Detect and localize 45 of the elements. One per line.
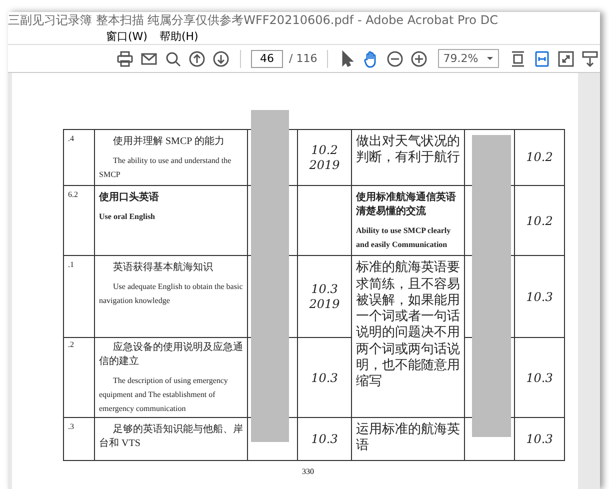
handwritten-note: 做出对天气状况的判断，有利于航行 — [356, 134, 460, 166]
handwritten-date: 10.2 — [526, 214, 553, 228]
menu-item[interactable]: 帮助(H) — [159, 29, 198, 44]
handwritten-date: 10.3 — [311, 370, 338, 385]
handwritten-date: 10.3 — [526, 432, 553, 446]
handwritten-date: 10.3 2019 — [309, 282, 340, 312]
caret-icon — [486, 56, 494, 62]
handwritten-date: 10.2 — [526, 150, 553, 165]
fit-width-icon[interactable] — [533, 50, 552, 68]
item-number: .4 — [68, 134, 74, 143]
item-description-en: The ability to use and understand the SMCP — [99, 155, 232, 181]
item-number: .1 — [68, 260, 74, 270]
print-icon[interactable] — [116, 50, 134, 68]
menu-item[interactable]: 窗口(W) — [106, 29, 148, 44]
zoom-out-icon[interactable] — [386, 50, 404, 68]
requirement-cn: 使用标准航海通信英语清楚易懂的交流 — [356, 190, 457, 218]
handwritten-note: 标准的航海英语要求简练，且不容易被误解，如果能用一个词或者一句话说明的问题决不用两个词或两句话说明，也不能随意用缩写 — [356, 260, 460, 390]
page-number: 330 — [302, 467, 314, 476]
handwritten-date: 10.3 — [311, 432, 338, 446]
item-description-cn: 使用并理解 SMCP 的能力 — [112, 134, 226, 148]
section-title-cn: 使用口头英语 — [99, 190, 160, 204]
item-description-cn: 英语获得基本航海知识 — [112, 260, 214, 274]
item-description-en: Use adequate English to obtain the basic navigation knowledge — [99, 281, 243, 307]
scroll-icon[interactable] — [581, 50, 600, 68]
down-icon[interactable] — [212, 50, 230, 68]
handwritten-date: 10.3 — [526, 290, 553, 304]
handwritten-date: 10.3 — [526, 370, 553, 385]
handwritten-date: 10.2 2019 — [309, 143, 340, 172]
page-number-field[interactable]: 46 — [251, 50, 283, 68]
item-number: .2 — [68, 340, 74, 350]
item-number: .3 — [68, 422, 74, 432]
item-number: 6.2 — [68, 190, 78, 200]
section-title-en: Use oral English — [99, 211, 156, 224]
up-icon[interactable] — [188, 50, 206, 68]
handwritten-note: 运用标准的航海英语 — [356, 422, 460, 454]
page-count: / 116 — [289, 52, 318, 65]
window-title: 三副见习记录簿 整本扫描 纯属分享仅供参考WFF20210606.pdf - Adobe Acrobat Pro DC — [8, 12, 499, 29]
item-description-cn: 应急设备的使用说明及应急通信的建立 — [99, 340, 243, 368]
requirement-en: Ability to use SMCP clearly and easily Communication — [356, 225, 452, 251]
full-screen-icon[interactable] — [557, 50, 576, 68]
search-icon[interactable] — [164, 50, 182, 68]
zoom-in-icon[interactable] — [410, 50, 428, 68]
item-description-en: The description of using emergency equipment and The establishment of emergency communication — [99, 375, 229, 415]
item-description-cn: 足够的英语知识能与他船、岸台和 VTS — [99, 422, 243, 450]
zoom-dropdown[interactable]: 79.2% — [438, 49, 500, 68]
